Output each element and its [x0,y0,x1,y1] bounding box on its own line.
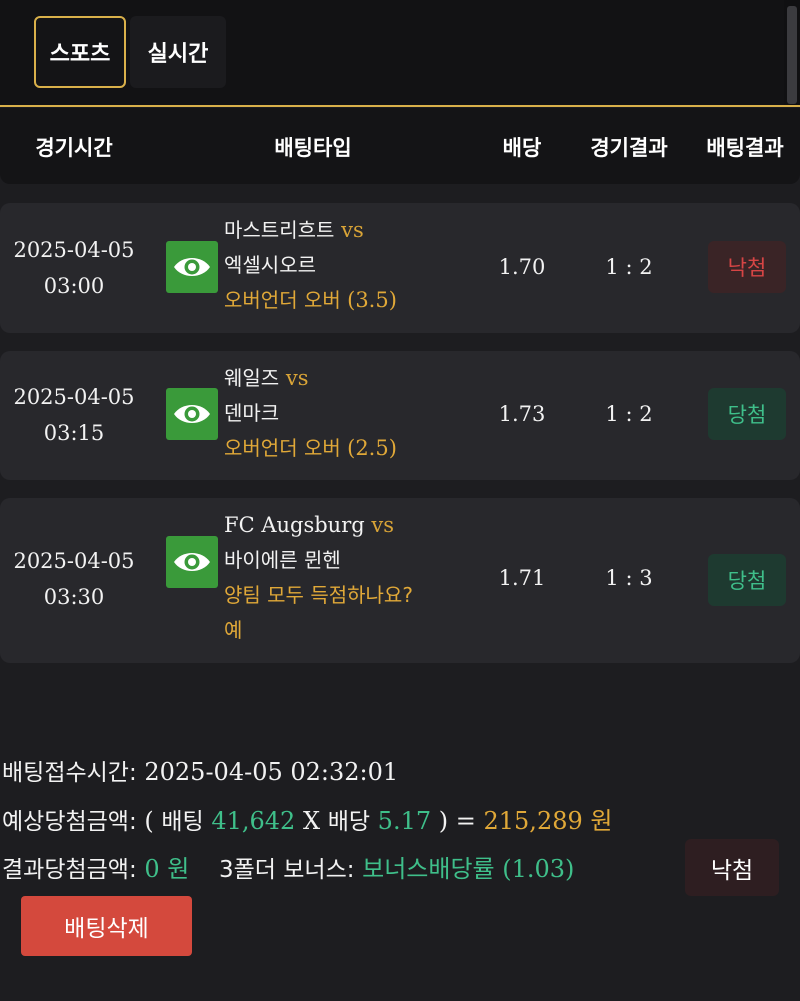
match-info: 웨일즈 vs 덴마크 오버언더 오버 (2.5) [224,361,397,466]
eye-icon [174,405,210,423]
bet-amount: 41,642 [211,807,296,835]
match-info: FC Augsburg vs 바이에른 뮌헨 양팀 모두 득점하나요? 예 [224,508,413,648]
match-score: 1 : 3 [605,566,653,590]
match-date: 2025-04-05 [13,238,135,262]
column-header-match-result: 경기결과 [590,136,668,160]
tab-live[interactable]: 실시간 [130,16,226,88]
table-row: 2025-04-05 03:00 마스트리흐트 vs 엑셀시오르 오버언더 오버… [0,203,800,333]
scrollbar[interactable] [784,0,800,105]
open-paren: ( [144,807,154,835]
away-team: 바이에른 뮌헨 [224,548,341,572]
close-paren-equals: ) = [438,807,476,835]
bonus-value: 보너스배당률 (1.03) [362,855,575,883]
total-odds: 5.17 [377,807,432,835]
vs-label: vs [371,513,395,537]
column-header-odds: 배당 [502,136,542,160]
match-score: 1 : 2 [605,255,653,279]
eye-icon [174,553,210,571]
scrollbar-thumb[interactable] [787,6,797,104]
bet-result-badge: 당첨 [708,388,786,440]
total-odds-label: 배당 [327,809,371,835]
bet-received-time: 배팅접수시간: 2025-04-05 02:32:01 [2,753,398,787]
result-label: 결과당첨금액: [2,857,137,883]
table-header: 경기시간 배팅타입 배당 경기결과 배팅결과 [0,108,800,184]
match-time: 2025-04-05 03:30 [6,543,142,615]
eye-icon [174,258,210,276]
match-clock: 03:00 [43,274,105,298]
expected-amount: 215,289 원 [483,807,613,835]
home-team: 마스트리흐트 [224,218,335,242]
expected-label: 예상당첨금액: [2,809,137,835]
bet-type: 오버언더 오버 [224,288,341,312]
view-button[interactable] [166,241,218,293]
table-row: 2025-04-05 03:30 FC Augsburg vs 바이에른 뮌헨 … [0,498,800,663]
bonus-label: 3폴더 보너스: [218,857,355,883]
odds-value: 1.73 [498,402,546,426]
bet-pick: 예 [224,618,243,642]
received-value: 2025-04-05 02:32:01 [144,758,399,786]
table-row: 2025-04-05 03:15 웨일즈 vs 덴마크 오버언더 오버 (2.5… [0,351,800,480]
odds-value: 1.71 [498,566,546,590]
result-button[interactable]: 낙첨 [685,839,779,896]
match-time: 2025-04-05 03:15 [6,379,142,451]
column-header-time: 경기시간 [35,136,113,160]
vs-label: vs [341,218,364,242]
home-team: 웨일즈 [224,366,280,390]
result-amount: 0 원 [144,855,190,883]
vs-label: vs [285,366,309,390]
view-button[interactable] [166,388,218,440]
bet-type: 양팀 모두 득점하나요? [224,583,413,607]
bet-type: 오버언더 오버 [224,436,341,460]
view-button[interactable] [166,536,218,588]
expected-win-amount: 예상당첨금액: ( 배팅 41,642 X 배당 5.17 ) = 215,28… [2,801,612,836]
home-team: FC Augsburg [224,513,365,537]
odds-value: 1.70 [498,255,546,279]
away-team: 덴마크 [224,401,280,425]
bet-result-badge: 낙첨 [708,241,786,293]
bet-amount-label: 배팅 [161,809,204,835]
bet-line: (2.5) [347,436,397,460]
result-win-amount: 결과당첨금액: 0 원 3폴더 보너스: 보너스배당률 (1.03) [2,849,574,884]
match-date: 2025-04-05 [13,549,135,573]
match-score: 1 : 2 [605,402,653,426]
match-clock: 03:30 [43,585,105,609]
match-clock: 03:15 [43,421,105,445]
match-date: 2025-04-05 [13,385,135,409]
top-tab-bar: 스포츠 실시간 [0,0,800,107]
column-header-bet-result: 배팅결과 [706,136,784,160]
tab-sports[interactable]: 스포츠 [34,16,126,88]
bet-result-badge: 당첨 [708,554,786,606]
times-sign: X [302,807,321,835]
bet-line: (3.5) [347,288,397,312]
column-header-bet-type: 배팅타입 [274,136,352,160]
away-team: 엑셀시오르 [224,253,316,277]
match-info: 마스트리흐트 vs 엑셀시오르 오버언더 오버 (3.5) [224,213,397,318]
received-label: 배팅접수시간: [2,760,137,786]
delete-bet-button[interactable]: 배팅삭제 [21,896,192,956]
match-time: 2025-04-05 03:00 [6,232,142,304]
